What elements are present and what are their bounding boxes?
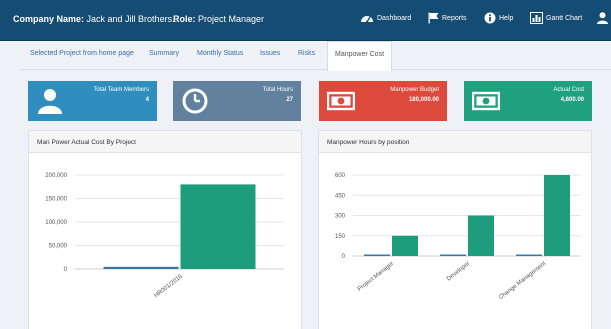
card-value: 4 <box>145 97 149 103</box>
company-label: Company Name: <box>13 14 85 24</box>
tab-risks[interactable]: Risks <box>298 50 315 57</box>
nav-help[interactable]: Help <box>484 12 513 24</box>
card-manpower-budget: Manpower Budget 180,000.00 <box>319 81 447 121</box>
bar <box>180 184 256 269</box>
tab-summary[interactable]: Summary <box>149 50 179 57</box>
y-tick-label: 200,000 <box>45 173 67 179</box>
money-icon <box>327 91 355 111</box>
y-tick-label: 600 <box>335 173 346 179</box>
y-tick-label: 0 <box>64 267 68 273</box>
card-label: Total Hours <box>262 87 293 93</box>
nav-gantt-chart[interactable]: Gantt Chart <box>530 12 582 24</box>
card-value: 4,600.00 <box>560 97 584 103</box>
nav-reports[interactable]: Reports <box>428 12 467 24</box>
hours-by-position-chart: 600 450 300 150 0 Project Manager Developer Cha… <box>335 173 581 301</box>
role-info: Role: Project Manager <box>173 14 264 24</box>
y-tick-label: 50,000 <box>49 244 68 250</box>
user-icon <box>597 12 608 24</box>
panel-manpower-cost-by-project: Man Power Actual Cost By Project 200,000… <box>28 130 302 329</box>
bar <box>544 175 570 256</box>
user-icon <box>38 89 62 114</box>
nav-dashboard-label: Dashboard <box>377 14 412 22</box>
user-menu-button[interactable] <box>597 12 608 24</box>
bar <box>440 254 466 256</box>
chart-title: Manpower Hours by position <box>319 131 591 153</box>
card-actual-cost: Actual Cost 4,600.00 <box>464 81 592 121</box>
y-tick-label: 0 <box>342 254 346 260</box>
tab-selected-project[interactable]: Selected Project from home page <box>30 50 134 57</box>
card-value: 180,000.00 <box>408 97 439 103</box>
x-tick-label: Developer <box>446 261 471 283</box>
y-tick-label: 150 <box>335 234 346 240</box>
info-icon <box>484 12 496 24</box>
y-tick-label: 100,000 <box>45 220 67 226</box>
bar-chart-icon <box>530 12 543 24</box>
nav-reports-label: Reports <box>442 14 467 22</box>
chart-title: Man Power Actual Cost By Project <box>29 131 301 153</box>
role-label: Role: <box>173 14 196 24</box>
nav-dashboard[interactable]: Dashboard <box>360 12 411 24</box>
bar <box>468 215 494 256</box>
role-name: Project Manager <box>198 14 265 24</box>
bar <box>516 254 542 256</box>
flag-icon <box>428 12 439 24</box>
bar <box>364 254 390 256</box>
tab-bar: Selected Project from home page Summary … <box>20 41 611 71</box>
nav-gantt-label: Gantt Chart <box>546 14 583 22</box>
x-tick-label: Project Manager <box>357 261 395 293</box>
tab-manpower-cost[interactable]: Manpower Cost <box>327 41 393 71</box>
panel-hours-by-position: Manpower Hours by position 600 450 300 150 0… <box>318 130 592 329</box>
cost-by-project-chart: 200,000 150,000 100,000 50,000 0 HR001/2016 <box>45 173 284 299</box>
money-icon <box>472 91 500 111</box>
company-name: Jack and Jill Brothers.. <box>86 14 178 24</box>
nav-help-label: Help <box>499 14 514 22</box>
y-tick-label: 150,000 <box>45 197 67 203</box>
company-info: Company Name: Jack and Jill Brothers.. <box>13 14 177 24</box>
card-total-hours: Total Hours 27 <box>173 81 301 121</box>
bar <box>103 266 179 269</box>
dashboard-icon <box>361 16 373 24</box>
clock-icon <box>182 88 208 114</box>
card-total-team-members: Total Team Members 4 <box>28 81 157 121</box>
card-label: Total Team Members <box>93 87 149 93</box>
y-tick-label: 450 <box>335 193 346 199</box>
card-label: Manpower Budget <box>390 87 439 93</box>
y-tick-label: 300 <box>335 214 346 220</box>
tab-issues[interactable]: Issues <box>260 50 280 57</box>
tab-monthly-status[interactable]: Monthly Status <box>197 50 243 57</box>
bar <box>392 235 418 256</box>
x-tick-label: HR001/2016 <box>153 273 184 299</box>
card-value: 27 <box>286 97 293 103</box>
top-header-bar: Company Name: Jack and Jill Brothers.. R… <box>0 0 611 41</box>
x-tick-label: Change Management <box>498 261 547 301</box>
card-label: Actual Cost <box>553 87 584 93</box>
